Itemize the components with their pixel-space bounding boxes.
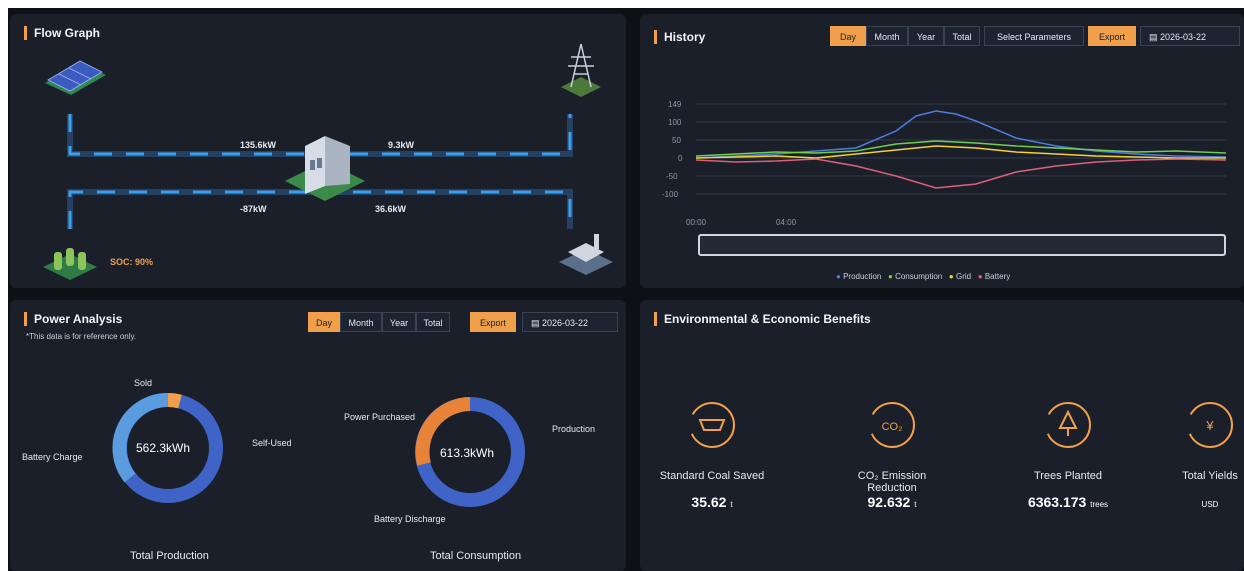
history-y-tick: -50 <box>666 172 678 181</box>
history-date-picker[interactable]: ▤ 2026-03-22 <box>1140 26 1240 46</box>
history-chart <box>695 103 1227 195</box>
pv-power-value: 135.6kW <box>240 140 277 150</box>
env-label-yields: Total Yields <box>1182 470 1238 482</box>
production-caption: Total Production <box>130 550 209 562</box>
power-tab-total[interactable]: Total <box>416 312 450 332</box>
power-tab-year[interactable]: Year <box>382 312 416 332</box>
history-legend: ● Production ● Consumption ● Grid ● Batt… <box>836 272 1010 281</box>
power-export-button[interactable]: Export <box>470 312 516 332</box>
load-power-value: 36.6kW <box>375 204 407 214</box>
yen-icon: ¥ <box>1187 402 1233 448</box>
history-y-tick: -100 <box>662 190 679 199</box>
history-y-tick: 149 <box>668 100 682 109</box>
history-x-tick: 00:00 <box>686 218 707 227</box>
history-y-tick: 100 <box>668 118 682 127</box>
consumption-label-production: Production <box>552 424 596 434</box>
consumption-caption: Total Consumption <box>430 550 522 562</box>
env-label-co2: CO₂ Emission Reduction <box>857 470 927 494</box>
grid-tower-icon <box>561 43 601 97</box>
history-y-tick: 50 <box>672 136 681 145</box>
power-analysis-note: *This data is for reference only. <box>26 332 137 341</box>
co2-icon: CO₂ <box>869 402 915 448</box>
grid-power-value: 9.3kW <box>388 140 415 150</box>
battery-series <box>695 158 1227 189</box>
production-label-self-used: Self-Used <box>252 438 292 448</box>
legend-battery[interactable]: ● Battery <box>978 272 1010 281</box>
consumption-label-purchased: Power Purchased <box>344 412 416 422</box>
power-analysis-title: Power Analysis <box>24 312 122 326</box>
calendar-icon: ▤ <box>1149 32 1161 42</box>
history-tab-month[interactable]: Month <box>866 26 908 46</box>
power-analysis-panel: Power Analysis *This data is for referen… <box>10 300 626 571</box>
svg-text:CO₂: CO₂ <box>882 421 903 433</box>
production-label-sold: Sold <box>134 378 153 388</box>
history-zoom-slider[interactable] <box>698 234 1226 256</box>
svg-text:¥: ¥ <box>1205 418 1214 433</box>
history-date-value: 2026-03-22 <box>1160 32 1207 42</box>
tree-icon <box>1045 402 1091 448</box>
dashboard-screen: Flow Graph 135.6kW 9.3kW -87kW 36.6kW SO… <box>8 8 1244 571</box>
battery-icon <box>43 248 97 280</box>
history-export-button[interactable]: Export <box>1088 26 1136 46</box>
history-tab-total[interactable]: Total <box>944 26 980 46</box>
flow-graph-panel: Flow Graph 135.6kW 9.3kW -87kW 36.6kW SO… <box>10 14 626 288</box>
legend-grid[interactable]: ● Grid <box>949 272 971 281</box>
history-panel: History Day Month Year Total Select Para… <box>640 14 1244 288</box>
env-label-coal: Standard Coal Saved <box>659 470 765 482</box>
battery-soc: SOC: 90% <box>110 257 154 267</box>
consumption-total: 613.3kWh <box>440 446 495 460</box>
history-title: History <box>654 30 705 44</box>
select-parameters-button[interactable]: Select Parameters <box>984 26 1084 46</box>
history-x-tick: 04:00 <box>776 218 797 227</box>
env-value-co2: 92.632 t <box>867 494 917 510</box>
factory-icon <box>559 234 613 275</box>
production-total: 562.3kWh <box>136 441 191 455</box>
consumption-label-battery-discharge: Battery Discharge <box>374 514 446 524</box>
env-benefits-title: Environmental & Economic Benefits <box>654 312 871 326</box>
solar-panel-icon <box>45 60 106 95</box>
env-value-coal: 35.62 t <box>691 494 733 510</box>
production-label-battery-charge: Battery Charge <box>22 452 83 462</box>
building-icon <box>285 136 365 201</box>
calendar-icon: ▤ <box>531 318 543 328</box>
history-tab-year[interactable]: Year <box>908 26 944 46</box>
env-label-trees: Trees Planted <box>1033 470 1103 482</box>
env-value-trees: 6363.173 trees <box>1027 494 1109 510</box>
env-value-yields: USD <box>1201 500 1219 509</box>
history-tab-day[interactable]: Day <box>830 26 866 46</box>
power-tab-month[interactable]: Month <box>340 312 382 332</box>
cart-icon <box>689 402 735 448</box>
power-tab-day[interactable]: Day <box>308 312 340 332</box>
power-date-picker[interactable]: ▤ 2026-03-22 <box>522 312 618 332</box>
env-benefits-panel: Environmental & Economic Benefits CO₂ ¥ … <box>640 300 1244 571</box>
power-date-value: 2026-03-22 <box>542 318 589 328</box>
battery-power-value: -87kW <box>240 204 267 214</box>
history-y-tick: 0 <box>678 154 683 163</box>
legend-production[interactable]: ● Production <box>836 272 881 281</box>
legend-consumption[interactable]: ● Consumption <box>888 272 942 281</box>
production-series <box>695 110 1227 159</box>
